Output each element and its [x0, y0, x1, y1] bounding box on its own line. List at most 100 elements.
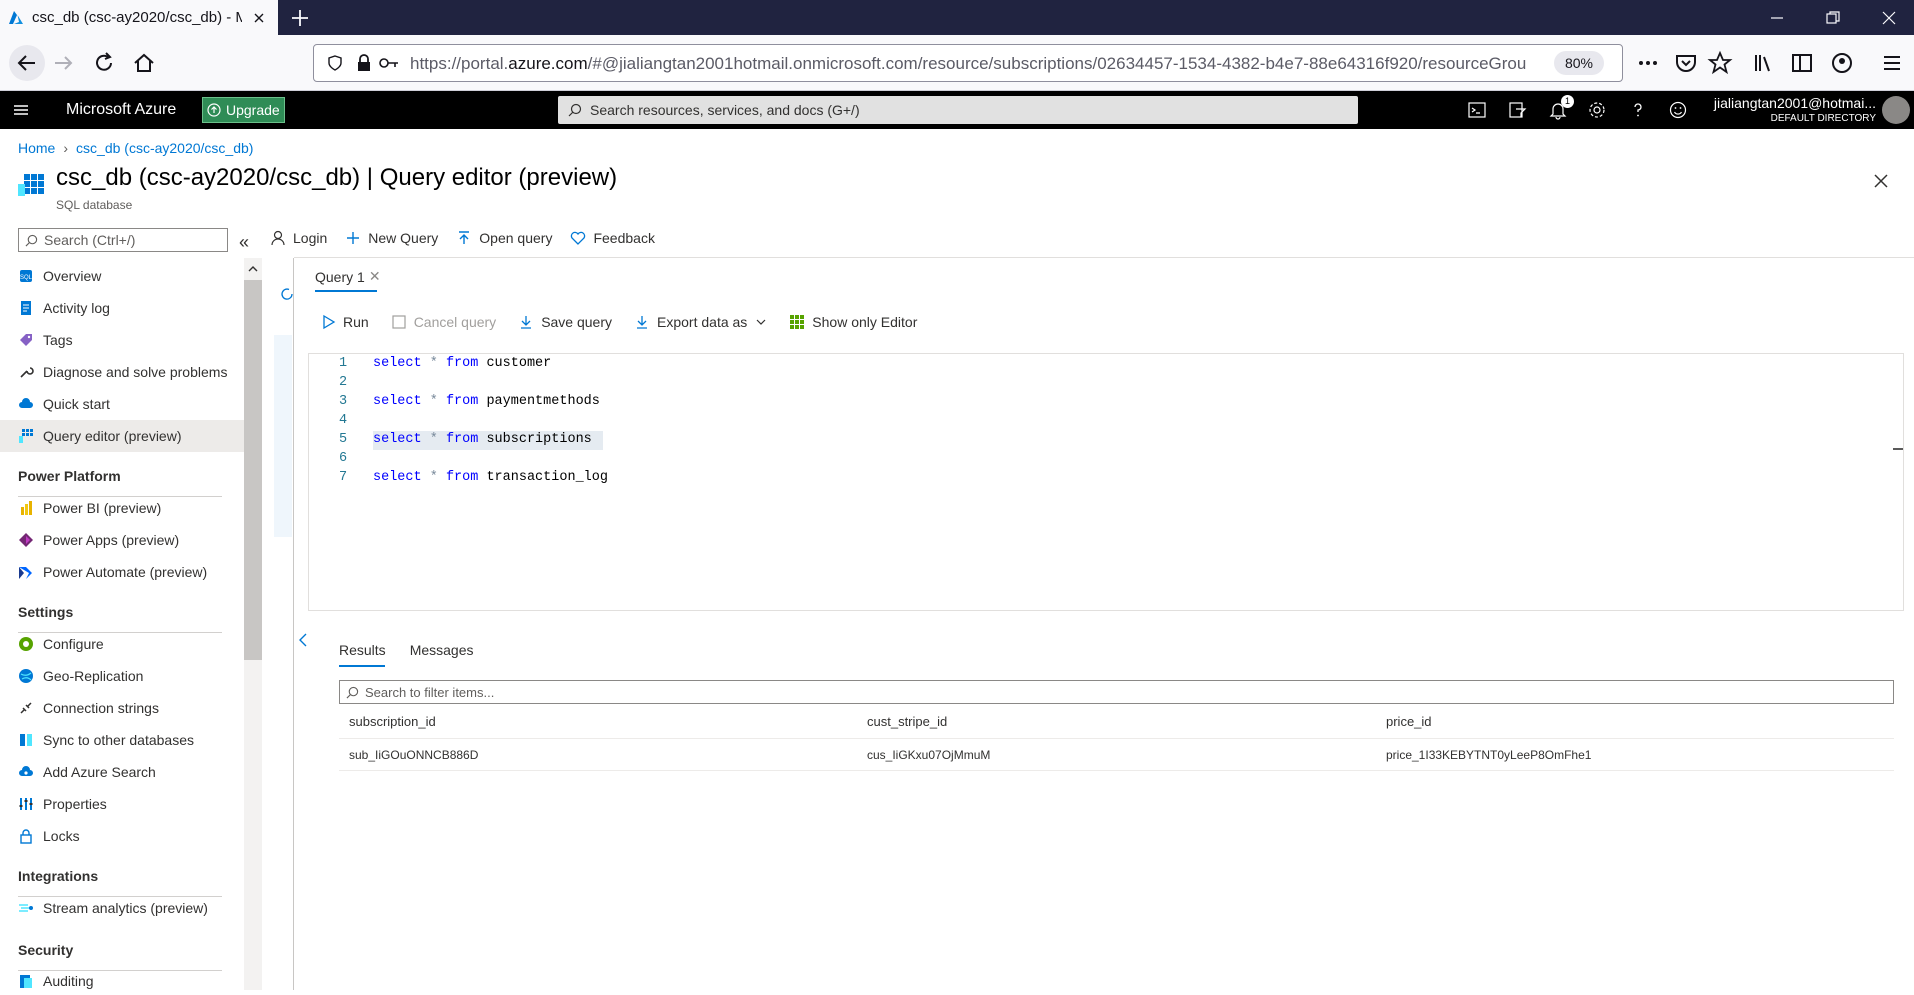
activity-log-icon [21, 301, 31, 315]
grid-view-icon [790, 315, 805, 329]
sidebar-item-properties[interactable]: Properties [0, 788, 244, 820]
new-query-button[interactable]: New Query [345, 230, 438, 246]
column-header-cust-stripe-id[interactable]: cust_stripe_id [867, 714, 947, 729]
sidebar-item-connection-strings[interactable]: Connection strings [0, 692, 244, 724]
brand-name[interactable]: Microsoft Azure [66, 101, 176, 119]
sidebar-item-add-azure-search[interactable]: Add Azure Search [0, 756, 244, 788]
active-results-tab-indicator [339, 665, 385, 667]
hamburger-icon[interactable] [12, 101, 30, 119]
scroll-up-icon[interactable] [246, 262, 260, 276]
code-line[interactable]: select * from paymentmethods [373, 394, 600, 409]
column-header-price-id[interactable]: price_id [1386, 714, 1432, 729]
menu-icon[interactable] [1878, 49, 1906, 77]
home-icon[interactable] [130, 49, 158, 77]
reload-icon[interactable] [90, 49, 118, 77]
feedback-button[interactable]: Feedback [570, 230, 655, 246]
code-line[interactable]: select * from customer [373, 356, 551, 371]
sidebar-item-tags[interactable]: Tags [0, 324, 244, 356]
sidebar-item-power-bi[interactable]: Power BI (preview) [0, 492, 244, 524]
sidebar-item-stream-analytics[interactable]: Stream analytics (preview) [0, 892, 244, 924]
close-tab-icon[interactable] [250, 9, 268, 27]
global-search-placeholder: Search resources, services, and docs (G+… [590, 102, 860, 118]
help-icon[interactable] [1628, 100, 1648, 120]
collapse-menu-icon[interactable]: « [239, 232, 249, 253]
sidebar-item-query-editor[interactable]: Query editor (preview) [0, 420, 244, 452]
query-toolbar: Run Cancel query Save query Export data … [322, 314, 939, 330]
pocket-icon[interactable] [1672, 49, 1700, 77]
sidebar-item-diagnose[interactable]: Diagnose and solve problems [0, 356, 244, 388]
cloud-shell-icon[interactable] [1467, 100, 1487, 120]
breadcrumb-current[interactable]: csc_db (csc-ay2020/csc_db) [76, 140, 253, 156]
show-only-editor-button[interactable]: Show only Editor [789, 314, 917, 330]
zoom-indicator[interactable]: 80% [1554, 51, 1604, 75]
sidebar-item-locks[interactable]: Locks [0, 820, 244, 852]
restore-icon[interactable] [1822, 7, 1844, 29]
results-filter-input[interactable]: Search to filter items... [339, 680, 1894, 704]
minimize-icon[interactable] [1766, 7, 1788, 29]
sidebar-item-auditing[interactable]: Auditing [0, 967, 244, 995]
close-blade-icon[interactable] [1870, 170, 1892, 192]
run-button[interactable]: Run [322, 314, 369, 330]
more-actions-icon[interactable] [1634, 49, 1662, 77]
library-icon[interactable] [1750, 49, 1778, 77]
configure-icon [19, 637, 33, 651]
close-query-tab-icon[interactable]: ✕ [369, 268, 381, 285]
global-search-input[interactable]: Search resources, services, and docs (G+… [558, 96, 1358, 124]
sidebar-item-overview[interactable]: SQL Overview [0, 260, 244, 292]
refresh-icon[interactable] [280, 286, 294, 302]
cancel-query-button[interactable]: Cancel query [391, 314, 496, 330]
close-window-icon[interactable] [1878, 7, 1900, 29]
new-tab-icon[interactable] [287, 5, 313, 31]
sql-code-editor[interactable]: 1 select * from customer 2 3 select * fr… [308, 353, 1904, 611]
settings-gear-icon[interactable] [1587, 100, 1607, 120]
tab-messages[interactable]: Messages [410, 642, 474, 658]
line-number: 6 [339, 451, 348, 466]
url-text[interactable]: https://portal.azure.com/#@jialiangtan20… [410, 54, 1550, 74]
lock-icon[interactable] [356, 54, 372, 72]
sidebar-item-label: Locks [43, 828, 80, 844]
export-data-button[interactable]: Export data as [634, 314, 767, 330]
code-line[interactable]: select * from transaction_log [373, 470, 608, 485]
avatar[interactable] [1882, 96, 1910, 124]
browser-tab[interactable]: csc_db (csc-ay2020/csc_db) - M [0, 0, 278, 35]
export-data-label: Export data as [657, 314, 748, 330]
export-icon [637, 316, 648, 329]
sidebar-item-activity-log[interactable]: Activity log [0, 292, 244, 324]
column-header-subscription-id[interactable]: subscription_id [349, 714, 436, 729]
menu-scrollbar-thumb[interactable] [244, 280, 262, 660]
upgrade-button[interactable]: Upgrade [202, 97, 285, 123]
url-bar[interactable]: https://portal.azure.com/#@jialiangtan20… [313, 44, 1623, 82]
sidebar-item-sync[interactable]: Sync to other databases [0, 724, 244, 756]
code-line[interactable]: select * from subscriptions [373, 432, 592, 447]
key-icon[interactable] [378, 55, 400, 71]
chevron-left-icon[interactable] [297, 632, 309, 648]
search-icon [346, 686, 359, 698]
object-explorer-collapsed[interactable] [274, 335, 292, 537]
save-query-button[interactable]: Save query [518, 314, 612, 330]
sidebar-item-label: Tags [43, 332, 73, 348]
forward-icon[interactable] [50, 49, 78, 77]
user-name: jialiangtan2001@hotmai... [1713, 95, 1876, 111]
open-query-button[interactable]: Open query [456, 230, 552, 246]
menu-search-input[interactable]: Search (Ctrl+/) [18, 228, 228, 252]
back-icon[interactable] [8, 44, 46, 82]
user-account[interactable]: jialiangtan2001@hotmai... DEFAULT DIRECT… [1714, 95, 1876, 124]
stop-icon [392, 315, 406, 329]
sidebar-item-power-automate[interactable]: Power Automate (preview) [0, 556, 244, 588]
account-icon[interactable] [1828, 49, 1856, 77]
line-number: 5 [339, 432, 348, 447]
shield-icon[interactable] [326, 54, 344, 72]
sidebar-item-quick-start[interactable]: Quick start [0, 388, 244, 420]
sidebar-item-geo-replication[interactable]: Geo-Replication [0, 660, 244, 692]
sidebar-toggle-icon[interactable] [1788, 49, 1816, 77]
login-button[interactable]: Login [270, 230, 327, 246]
feedback-smiley-icon[interactable] [1668, 100, 1688, 120]
breadcrumb-home[interactable]: Home [18, 140, 55, 156]
tab-results[interactable]: Results [339, 642, 386, 658]
sidebar-item-configure[interactable]: Configure [0, 628, 244, 660]
tab-query-1[interactable]: Query 1 ✕ [315, 268, 381, 285]
sidebar-item-power-apps[interactable]: Power Apps (preview) [0, 524, 244, 556]
bookmark-star-icon[interactable] [1706, 49, 1734, 77]
directory-filter-icon[interactable] [1507, 100, 1527, 120]
line-number: 2 [339, 375, 348, 390]
